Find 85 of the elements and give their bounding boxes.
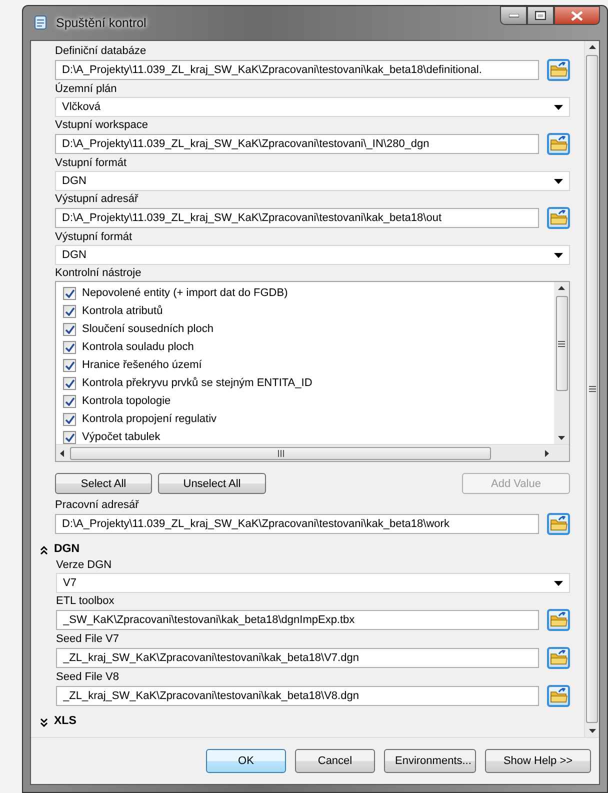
dialog-button[interactable]: Cancel [295,749,375,773]
checkbox-label: Výpočet tabulek [82,430,160,444]
folder-icon [550,62,568,78]
section-title[interactable]: DGN [54,541,80,558]
field-label: Verze DGN [56,559,113,574]
field-label: Územní plán [55,83,118,97]
field-label: Kontrolní nástroje [55,267,142,281]
field-label: ETL toolbox [56,595,116,610]
checkbox-label: Kontrola topologie [82,394,171,409]
scrollbar[interactable] [584,41,599,737]
path-field[interactable]: D:\A_Projekty\11.039_ZL_kraj_SW_KaK\Zpracovani\testovani\kak_beta18\work [55,514,539,534]
minimize-icon [508,14,518,18]
checkbox[interactable] [63,358,76,372]
close-button[interactable] [554,6,600,25]
browse-button[interactable] [547,133,570,155]
dropdown-field[interactable]: DGN [55,171,570,191]
checkbox[interactable] [63,340,76,354]
minimize-button[interactable] [500,6,527,25]
folder-icon [550,688,568,704]
checkbox[interactable] [63,412,76,426]
field-label: Pracovní adresář [55,499,140,513]
checkbox[interactable] [63,376,76,390]
folder-icon [550,516,568,532]
checkbox-label: Hranice řešeného území [82,358,202,373]
checkbox[interactable] [63,286,76,300]
path-field[interactable]: _SW_KaK\Zpracovani\testovani\kak_beta18\dgnImpExp.tbx [56,610,539,630]
field-label: Seed File V8 [56,671,120,686]
field-label: Seed File V7 [56,633,120,648]
caret-icon [554,104,563,110]
path-field[interactable]: D:\A_Projekty\11.039_ZL_kraj_SW_KaK\Zpracovani\testovani\kak_beta18\definitional. [55,60,539,80]
field-label: Vstupní formát [55,157,128,171]
checkbox[interactable] [63,304,76,318]
action-button[interactable]: Select All [55,473,152,494]
expand-icon[interactable] [40,716,48,727]
scrollbar[interactable] [56,444,569,461]
field-label: Výstupní adresář [55,193,140,207]
window-title: Spuštění kontrol [56,14,146,32]
field-label: Vstupní workspace [55,119,149,133]
browse-button[interactable] [547,609,570,632]
browse-button[interactable] [547,685,570,708]
checkbox[interactable] [63,322,76,336]
checkbox-label: Kontrola souladu ploch [82,340,194,355]
caret-icon [554,178,563,184]
action-button[interactable]: Unselect All [158,473,266,494]
scrollbar[interactable] [554,282,569,444]
dropdown-field[interactable]: V7 [56,573,570,594]
scrollbar-thumb[interactable] [586,55,598,723]
dialog-button[interactable]: OK [206,749,286,773]
maximize-button[interactable] [527,6,554,25]
dropdown-field[interactable]: Vlčková [55,97,570,117]
browse-button[interactable] [547,513,570,535]
caret-icon [554,580,563,586]
dialog-button[interactable]: Environments... [384,749,476,773]
grip-icon [588,386,596,392]
grip-icon [278,450,284,456]
caret-icon [554,252,563,258]
field-label: Definiční databáze [55,45,148,59]
path-field[interactable]: _ZL_kraj_SW_KaK\Zpracovani\testovani\kak_beta18\V8.dgn [56,686,539,706]
folder-icon [550,612,568,628]
checkbox-label: Sloučení sousedních ploch [82,322,214,337]
dialog-button[interactable]: Show Help >> [485,749,591,773]
checkbox[interactable] [63,430,76,444]
folder-icon [550,210,568,226]
close-icon [571,10,583,20]
collapse-icon[interactable] [40,544,48,555]
dropdown-field[interactable]: DGN [55,245,570,265]
checkbox-label: Kontrola propojení regulativ [82,412,217,427]
checkbox-label: Nepovolené entity (+ import dat do FGDB) [82,286,288,301]
path-field[interactable]: D:\A_Projekty\11.039_ZL_kraj_SW_KaK\Zpracovani\testovani\_IN\280_dgn [55,134,539,154]
checkbox-label: Kontrola atributů [82,304,163,319]
scrollbar-thumb[interactable] [556,296,568,391]
path-field[interactable]: _ZL_kraj_SW_KaK\Zpracovani\testovani\kak_beta18\V7.dgn [56,648,539,668]
grip-icon [558,340,565,346]
browse-button[interactable] [547,59,570,81]
checkbox-label: Kontrola překryvu prvků se stejným ENTITA_ID [82,376,312,391]
path-field[interactable]: D:\A_Projekty\11.039_ZL_kraj_SW_KaK\Zpracovani\testovani\kak_beta18\out [55,208,539,228]
browse-button[interactable] [547,207,570,229]
section-title[interactable]: XLS [54,713,76,730]
browse-button[interactable] [547,647,570,670]
field-label: Výstupní formát [55,231,134,245]
scrollbar-thumb[interactable] [70,446,491,460]
folder-icon [550,650,568,666]
folder-icon [550,136,568,152]
checkbox[interactable] [63,394,76,408]
maximize-icon [535,11,546,20]
